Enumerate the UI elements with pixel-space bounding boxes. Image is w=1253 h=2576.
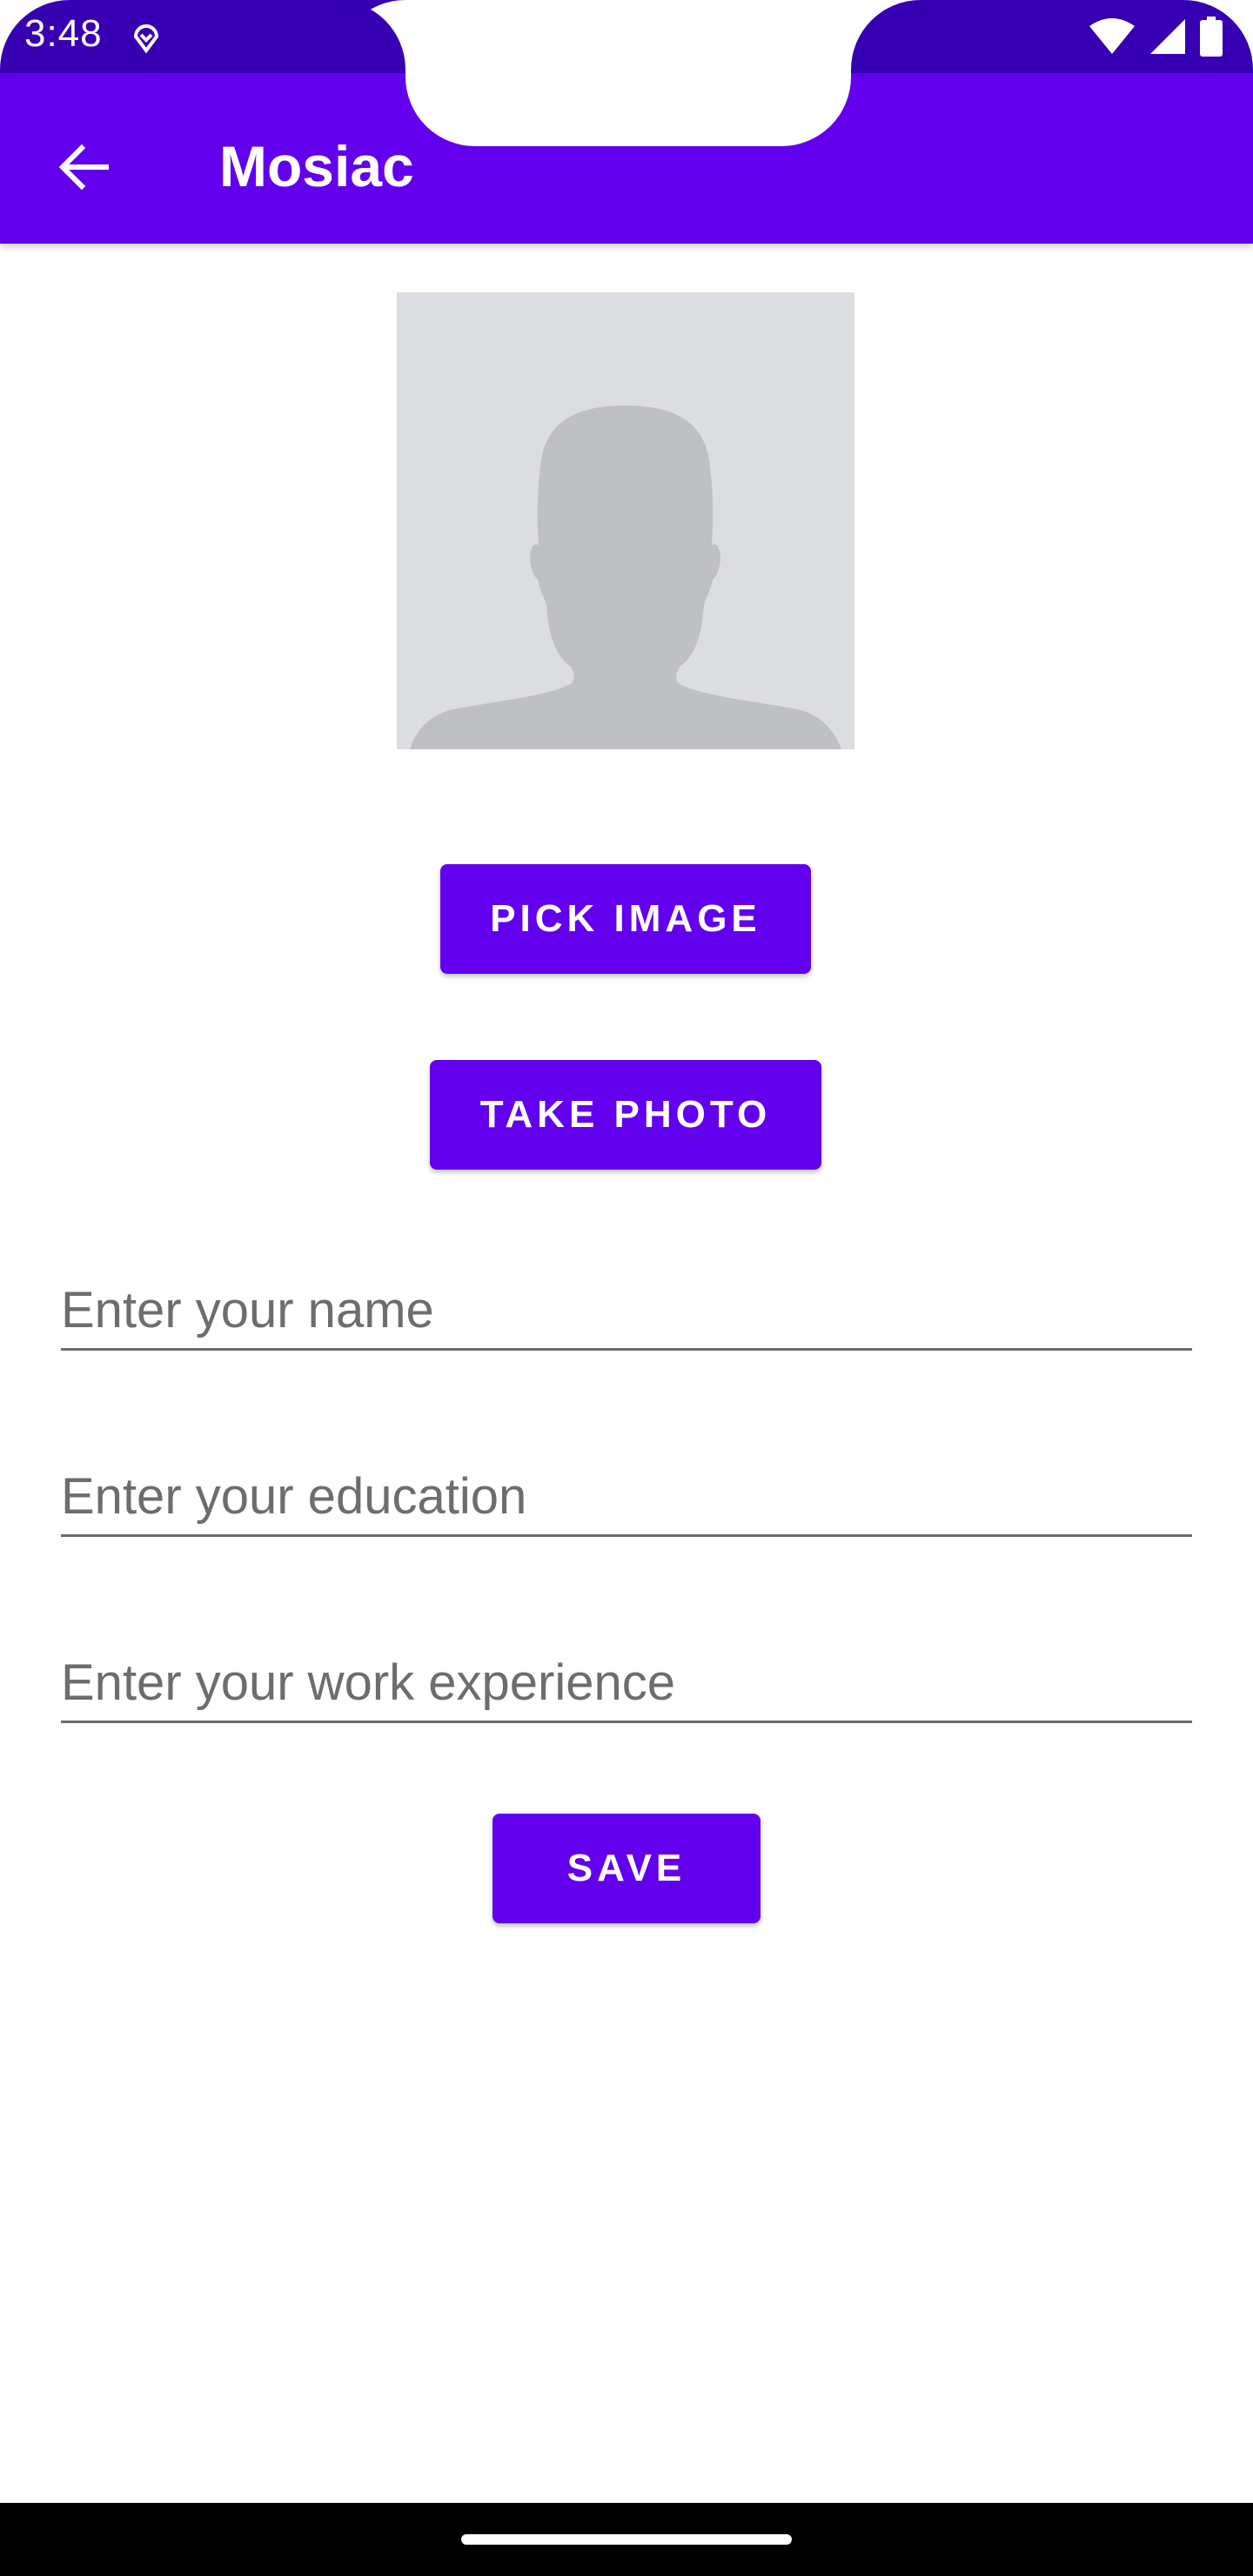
save-button[interactable]: SAVE	[492, 1814, 761, 1923]
notch-corner-right	[851, 0, 921, 73]
arrow-back-icon	[58, 144, 109, 191]
notch-corner-left	[336, 0, 405, 73]
location-pin-icon	[133, 24, 159, 54]
education-field[interactable]	[61, 1437, 1192, 1537]
work-experience-input[interactable]	[61, 1654, 1192, 1712]
take-photo-button[interactable]: TAKE PHOTO	[430, 1060, 821, 1170]
display-notch	[405, 0, 851, 146]
work-experience-field[interactable]	[61, 1623, 1192, 1723]
navigation-bar	[0, 2503, 1253, 2576]
home-gesture-handle[interactable]	[461, 2534, 792, 2545]
name-field[interactable]	[61, 1251, 1192, 1351]
person-silhouette-icon	[410, 406, 841, 749]
education-input[interactable]	[61, 1467, 1192, 1526]
profile-image	[397, 292, 854, 749]
app-title: Mosiac	[219, 134, 414, 198]
wifi-icon	[1089, 18, 1135, 54]
status-icons	[1088, 16, 1223, 57]
battery-icon	[1200, 17, 1223, 57]
pick-image-button[interactable]: PICK IMAGE	[440, 864, 811, 974]
name-input[interactable]	[61, 1281, 1192, 1339]
status-time: 3:48	[24, 12, 103, 55]
cell-signal-icon	[1150, 19, 1185, 54]
back-button[interactable]	[42, 125, 125, 209]
